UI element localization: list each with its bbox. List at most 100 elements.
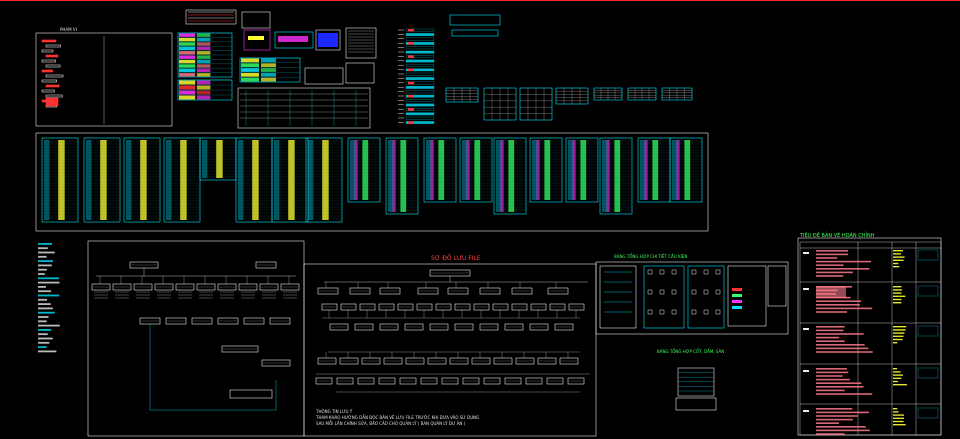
sheet-text-yellow xyxy=(893,256,905,258)
left-legend-row xyxy=(38,294,60,297)
symbol-row xyxy=(405,103,435,107)
schedule-highlight xyxy=(544,140,551,200)
symbol-red xyxy=(408,121,414,124)
cad-model-space[interactable] xyxy=(0,0,960,439)
note-heading: THÔNG TIN LƯU Ý xyxy=(316,409,353,414)
sheet-text-yellow xyxy=(893,380,898,383)
legend-row xyxy=(41,79,58,83)
sheet-stamp xyxy=(917,285,939,297)
schedule-highlight-2 xyxy=(466,140,470,200)
sheet-text-pink xyxy=(816,371,849,374)
sheet-text-yellow xyxy=(893,335,904,337)
color-table-c-cell xyxy=(241,68,259,72)
column-symbol xyxy=(671,309,677,315)
sheet-text-pink xyxy=(816,250,849,252)
sheet-text-pink xyxy=(816,268,870,270)
net-legend xyxy=(229,389,273,399)
left-legend-row xyxy=(38,333,48,336)
sheet-text-yellow xyxy=(893,342,898,344)
detail-legend-green xyxy=(732,294,742,297)
left-legend-row xyxy=(38,303,51,305)
symbol-row xyxy=(405,59,435,63)
sheet-text-pink xyxy=(816,422,840,424)
sheet-text-pink xyxy=(816,311,847,313)
schedule-col-a xyxy=(202,140,208,178)
top-strip-b xyxy=(451,29,499,37)
column-symbol xyxy=(703,289,709,295)
color-table-a-cell xyxy=(196,42,211,46)
column-symbol xyxy=(659,309,665,315)
color-table-b-cell xyxy=(196,90,211,95)
schedule-col-a xyxy=(166,140,172,220)
color-table-c-cell xyxy=(241,72,259,77)
schedule-highlight xyxy=(252,140,259,220)
magenta-block-fill xyxy=(248,36,264,40)
sheet-text-yellow xyxy=(893,292,902,294)
column-symbol xyxy=(691,269,697,275)
symbol-red xyxy=(408,108,414,111)
sheet-text-yellow xyxy=(893,329,906,331)
column-symbol xyxy=(671,269,677,275)
color-table-a-cell xyxy=(179,46,196,51)
color-table-a-cell xyxy=(179,55,196,59)
schedule-highlight xyxy=(474,140,481,200)
composite-table-title: BẢNG TỔNG HỢP CỐT, DẦM, SÀN xyxy=(657,349,725,354)
left-legend-row xyxy=(38,329,52,331)
sheet-text-yellow xyxy=(893,414,905,416)
detail-table-title: BẢNG TỔNG HỢP CHI TIẾT CẦU KIỆN xyxy=(614,254,688,259)
schedule-col-a xyxy=(388,140,393,212)
color-table-b-cell xyxy=(179,80,196,85)
sheet-text-pink xyxy=(816,433,845,435)
color-table-b-cell xyxy=(196,85,211,90)
sheet-text-yellow xyxy=(893,332,905,334)
symbol-row xyxy=(405,33,435,36)
left-legend-row xyxy=(38,346,47,348)
schedule-col-a xyxy=(672,140,677,200)
schedule-col-a xyxy=(44,140,50,220)
plan-drawing-2 xyxy=(687,265,725,329)
composite-table xyxy=(677,367,715,397)
symbol-row xyxy=(405,99,435,102)
column-symbol xyxy=(715,309,721,315)
legend-row xyxy=(45,54,59,58)
color-table-a-cell xyxy=(179,42,196,46)
symbol-row xyxy=(405,116,435,120)
color-table-c-cell xyxy=(241,77,259,82)
column-symbol xyxy=(671,289,677,295)
color-table-b-cell xyxy=(196,95,211,100)
symbol-row xyxy=(405,77,435,80)
symbol-row xyxy=(405,72,435,76)
column-symbol xyxy=(647,289,653,295)
sheet-index xyxy=(803,252,809,254)
legend-row xyxy=(45,84,60,88)
color-table-a-cell xyxy=(196,68,211,73)
sheet-text-pink xyxy=(816,329,844,332)
schedule-col-a xyxy=(238,140,244,220)
color-table-a-cell xyxy=(196,51,211,55)
sheet-text-pink xyxy=(816,386,864,388)
schedule-highlight xyxy=(180,140,187,220)
left-legend-row xyxy=(38,247,48,250)
symbol-red xyxy=(408,81,414,85)
legend-box-label: PHAM VI xyxy=(60,27,77,32)
sheet-text-pink xyxy=(816,275,844,277)
sheet-text-yellow xyxy=(893,374,903,376)
column-symbol xyxy=(715,269,721,275)
schedule-highlight xyxy=(438,140,445,200)
schedule-col-a xyxy=(274,140,280,220)
color-table-b-cell xyxy=(179,85,196,90)
sheet-text-pink xyxy=(816,344,865,346)
detail-legend-cyan xyxy=(732,306,742,309)
left-legend-row xyxy=(38,251,55,254)
sheet-text-pink xyxy=(816,426,866,428)
column-symbol xyxy=(647,269,653,275)
sheet-text-pink xyxy=(816,389,845,392)
sheet-text-yellow xyxy=(893,286,902,288)
column-symbol xyxy=(715,289,721,295)
color-table-a-cell xyxy=(196,59,211,64)
legend-row xyxy=(45,44,61,48)
sheet-text-pink xyxy=(816,304,860,306)
sheet-index xyxy=(803,328,809,330)
sheet-text-pink xyxy=(816,336,840,339)
symbol-row xyxy=(405,37,435,41)
